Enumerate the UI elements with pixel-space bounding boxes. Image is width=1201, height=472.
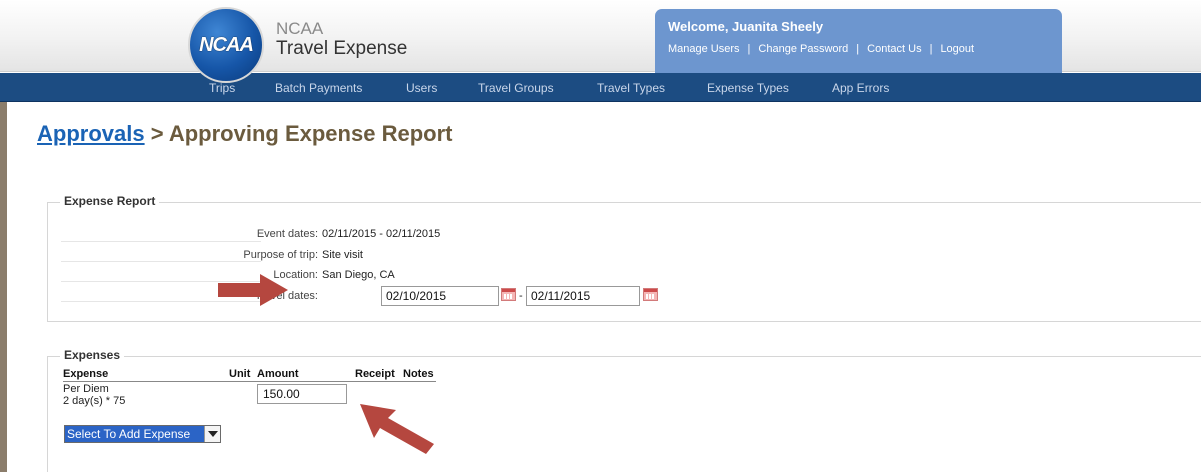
calendar-icon[interactable] — [501, 288, 516, 301]
travel-dates-separator: - — [519, 290, 523, 302]
welcome-message: Welcome, Juanita Sheely — [668, 19, 824, 34]
column-header-receipt: Receipt — [355, 368, 395, 380]
amount-input[interactable]: 150.00 — [257, 384, 347, 404]
user-panel: Welcome, Juanita Sheely Manage Users | Cha… — [655, 9, 1062, 73]
page-title: Approvals > Approving Expense Report — [37, 121, 452, 147]
breadcrumb-approvals-link[interactable]: Approvals — [37, 121, 145, 146]
nav-item-trips[interactable]: Trips — [209, 81, 235, 95]
expense-detail: 2 day(s) * 75 — [63, 395, 126, 407]
app-title: Travel Expense — [276, 38, 408, 59]
column-header-expense: Expense — [63, 368, 109, 380]
purpose-value: Site visit — [322, 249, 363, 261]
location-value: San Diego, CA — [322, 269, 395, 281]
logout-link[interactable]: Logout — [940, 43, 974, 55]
link-separator: | — [747, 43, 751, 55]
row-divider — [61, 261, 261, 262]
change-password-link[interactable]: Change Password — [758, 43, 848, 55]
chevron-down-icon[interactable] — [204, 426, 220, 442]
column-header-amount: Amount — [257, 368, 299, 380]
app-header: NCAA NCAA Travel Expense Welcome, Juanit… — [0, 0, 1201, 83]
event-dates-label: Event dates: — [256, 228, 318, 240]
left-accent-stripe — [0, 101, 7, 472]
header-underline — [63, 381, 436, 382]
nav-item-travel-types[interactable]: Travel Types — [597, 81, 665, 95]
brand-name: NCAA — [276, 19, 324, 38]
add-expense-select[interactable]: Select To Add Expense — [64, 425, 221, 443]
manage-users-link[interactable]: Manage Users — [668, 43, 740, 55]
user-links: Manage Users | Change Password | Contact Us |… — [668, 43, 974, 55]
expenses-fieldset: Expenses Expense Unit Amount Receipt Not… — [47, 348, 1201, 472]
nav-item-batch-payments[interactable]: Batch Payments — [275, 81, 362, 95]
travel-start-date-input[interactable]: 02/10/2015 — [381, 286, 499, 306]
link-separator: | — [856, 43, 860, 55]
nav-item-app-errors[interactable]: App Errors — [832, 81, 889, 95]
nav-item-travel-groups[interactable]: Travel Groups — [478, 81, 554, 95]
ncaa-logo[interactable]: NCAA — [188, 7, 264, 83]
purpose-label: Purpose of trip: — [243, 249, 318, 261]
annotation-arrow-upleft-icon — [360, 404, 434, 454]
nav-item-expense-types[interactable]: Expense Types — [707, 81, 789, 95]
annotation-arrow-right-icon — [218, 274, 288, 306]
nav-item-users[interactable]: Users — [406, 81, 437, 95]
column-header-unit: Unit — [229, 368, 251, 380]
expense-report-legend: Expense Report — [60, 194, 160, 208]
event-dates-value: 02/11/2015 - 02/11/2015 — [322, 228, 441, 240]
breadcrumb-separator: > — [144, 121, 169, 146]
page-heading: Approving Expense Report — [168, 121, 453, 146]
add-expense-select-label: Select To Add Expense — [67, 427, 191, 441]
contact-us-link[interactable]: Contact Us — [867, 43, 921, 55]
main-nav: Trips Batch Payments Users Travel Groups… — [0, 73, 1201, 102]
link-separator: | — [929, 43, 933, 55]
travel-end-date-input[interactable]: 02/11/2015 — [526, 286, 640, 306]
expense-name: Per Diem — [63, 383, 109, 395]
row-divider — [61, 241, 261, 242]
column-header-notes: Notes — [403, 368, 434, 380]
expenses-legend: Expenses — [60, 348, 125, 362]
calendar-icon[interactable] — [643, 288, 658, 301]
